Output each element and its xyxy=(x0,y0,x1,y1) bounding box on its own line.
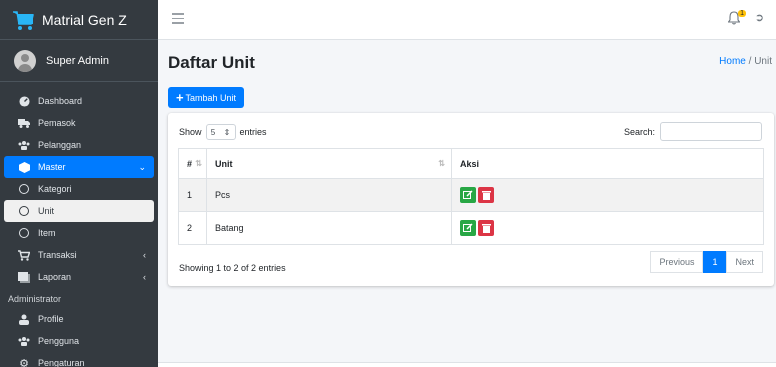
user-icon xyxy=(18,313,30,325)
sidebar-header-administrator: Administrator xyxy=(8,294,62,304)
user-panel[interactable]: Super Admin xyxy=(0,40,158,82)
brand-link[interactable]: Matrial Gen Z xyxy=(0,0,158,40)
previous-page-button[interactable]: Previous xyxy=(650,251,704,273)
entries-select-value: 5 xyxy=(210,127,216,137)
sidebar-item-item[interactable]: Item xyxy=(4,222,154,244)
add-unit-button[interactable]: + Tambah Unit xyxy=(168,87,244,108)
breadcrumb-home-link[interactable]: Home xyxy=(719,56,746,67)
pagination: Previous 1 Next xyxy=(650,251,763,273)
cube-icon xyxy=(18,161,30,173)
circle-icon xyxy=(18,183,30,195)
table-info: Showing 1 to 2 of 2 entries xyxy=(179,263,286,273)
avatar xyxy=(14,49,36,72)
sidebar-item-label: Dashboard xyxy=(38,96,83,106)
select-arrows-icon: ⇕ xyxy=(223,127,231,137)
entries-label: entries xyxy=(239,127,267,137)
trash-icon xyxy=(481,224,491,233)
sidebar-item-dashboard[interactable]: Dashboard xyxy=(4,90,154,112)
row-number: 2 xyxy=(178,211,207,245)
cart-icon xyxy=(18,249,30,261)
dashboard-icon xyxy=(18,95,30,107)
menu-toggle-icon[interactable] xyxy=(172,13,184,24)
chevron-left-icon: ‹ xyxy=(143,250,146,260)
logout-icon[interactable]: ➲ xyxy=(755,11,764,24)
sidebar-item-transaksi[interactable]: Transaksi ‹ xyxy=(4,244,154,266)
page-1-button[interactable]: 1 xyxy=(703,251,727,273)
sidebar-item-label: Kategori xyxy=(38,184,72,194)
breadcrumb-current: Unit xyxy=(754,56,772,67)
sidebar-item-profile[interactable]: Profile xyxy=(4,308,154,330)
sidebar-item-label: Pemasok xyxy=(38,118,76,128)
table-row: 1 Pcs xyxy=(178,178,764,212)
column-header-aksi: Aksi xyxy=(451,148,764,179)
search-input[interactable] xyxy=(660,122,762,141)
delete-button[interactable] xyxy=(478,187,494,203)
footer xyxy=(158,362,776,367)
circle-icon xyxy=(18,227,30,239)
sidebar-item-kategori[interactable]: Kategori xyxy=(4,178,154,200)
sidebar-item-label: Pengguna xyxy=(38,336,80,346)
next-page-button[interactable]: Next xyxy=(726,251,763,273)
sidebar-item-label: Laporan xyxy=(38,272,72,282)
sidebar-item-pengaturan[interactable]: ⚙ Pengaturan xyxy=(4,352,154,367)
search-control: Search: xyxy=(624,122,762,141)
brand-name: Matrial Gen Z xyxy=(42,11,127,28)
report-icon xyxy=(18,271,30,283)
sort-icon: ⇅ xyxy=(438,159,445,168)
sidebar-item-pengguna[interactable]: Pengguna xyxy=(4,330,154,352)
show-label: Show xyxy=(179,127,202,137)
row-unit: Batang xyxy=(206,211,452,245)
sidebar-item-pelanggan[interactable]: Pelanggan xyxy=(4,134,154,156)
sidebar-item-laporan[interactable]: Laporan ‹ xyxy=(4,266,154,288)
sidebar-item-pemasok[interactable]: Pemasok xyxy=(4,112,154,134)
sort-icon: ⇅ xyxy=(195,159,202,168)
bell-icon[interactable]: 1 xyxy=(727,10,746,27)
unit-table: # ⇅ Unit ⇅ Aksi 1 Pcs 2 Batang xyxy=(178,148,764,245)
search-label: Search: xyxy=(623,126,655,137)
add-unit-label: Tambah Unit xyxy=(185,92,237,103)
chevron-down-icon: ⌄ xyxy=(138,161,146,172)
column-header-number[interactable]: # ⇅ xyxy=(178,148,207,179)
top-navbar: 1 ➲ xyxy=(158,0,776,40)
row-unit: Pcs xyxy=(206,178,452,212)
page-title: Daftar Unit xyxy=(168,53,255,72)
entries-select[interactable]: 5 ⇕ xyxy=(205,124,236,140)
column-header-unit[interactable]: Unit ⇅ xyxy=(206,148,452,179)
sidebar-item-label: Item xyxy=(38,228,56,238)
users-icon xyxy=(18,335,30,347)
sidebar-item-label: Pelanggan xyxy=(38,140,82,150)
edit-icon xyxy=(463,190,473,199)
edit-button[interactable] xyxy=(460,220,476,236)
users-icon xyxy=(18,139,30,151)
entries-length-control: Show 5 ⇕ entries xyxy=(179,124,267,140)
sidebar: Matrial Gen Z Super Admin Dashboard Pema… xyxy=(0,0,158,367)
trash-icon xyxy=(481,191,491,200)
sidebar-item-unit[interactable]: Unit xyxy=(4,200,154,222)
unit-table-card: Show 5 ⇕ entries Search: # ⇅ Unit ⇅ Aksi xyxy=(168,113,774,286)
sidebar-item-label: Profile xyxy=(38,314,64,324)
table-row: 2 Batang xyxy=(178,211,764,245)
sidebar-item-label: Pengaturan xyxy=(38,358,85,367)
sidebar-item-label: Master xyxy=(38,162,66,172)
notification-badge: 1 xyxy=(738,10,746,17)
table-header-row: # ⇅ Unit ⇅ Aksi xyxy=(178,148,764,179)
circle-icon xyxy=(18,205,30,217)
truck-icon xyxy=(18,117,30,129)
sidebar-item-label: Unit xyxy=(38,206,55,216)
breadcrumb: Home / Unit xyxy=(719,56,772,67)
row-number: 1 xyxy=(178,178,207,212)
row-actions xyxy=(451,211,764,245)
edit-icon xyxy=(463,223,473,232)
edit-button[interactable] xyxy=(460,187,476,203)
sidebar-item-label: Transaksi xyxy=(38,250,77,260)
cart-logo-icon xyxy=(12,9,34,31)
chevron-left-icon: ‹ xyxy=(143,272,146,282)
row-actions xyxy=(451,178,764,212)
plus-icon: + xyxy=(175,90,184,105)
sidebar-item-master[interactable]: Master ⌄ xyxy=(4,156,154,178)
delete-button[interactable] xyxy=(478,220,494,236)
breadcrumb-separator: / xyxy=(748,56,752,67)
gear-icon: ⚙ xyxy=(19,357,29,367)
user-name: Super Admin xyxy=(46,54,109,67)
